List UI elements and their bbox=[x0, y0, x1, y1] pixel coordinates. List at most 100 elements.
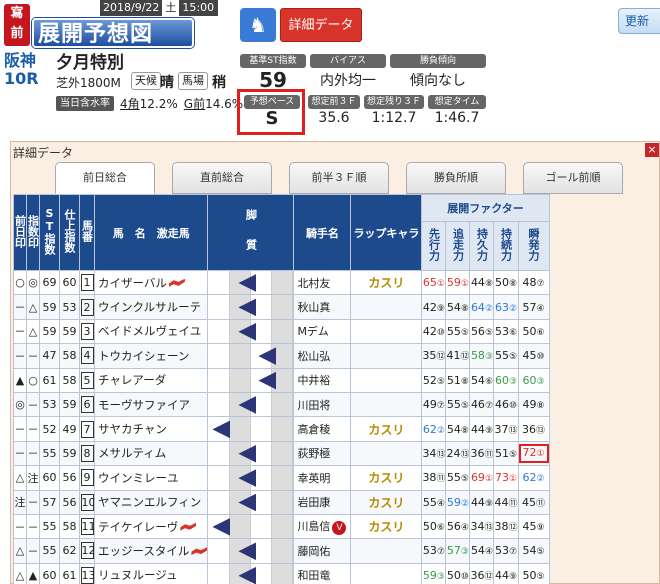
factor-rank: ⑧ bbox=[460, 425, 469, 436]
horse-name[interactable]: ベイドメルヴェイユ bbox=[98, 324, 201, 338]
horse-name[interactable]: トウカイシェーン bbox=[98, 349, 189, 363]
table-row[interactable]: －－ 55 59 8 メサルティム 荻野極 34⑬ 24⑬ 36⑪ 51⑤ 72① bbox=[13, 440, 550, 467]
cell-jockey: 北村友 bbox=[293, 269, 352, 296]
cell-jockey: 幸英明 bbox=[293, 465, 352, 491]
cell-st-index: 57 bbox=[39, 489, 60, 515]
table-row[interactable]: △ － 55 62 12 エッジースタイル 藤岡佑 53⑦ 57③ 54④ 53⑦ 54⑤ bbox=[13, 538, 550, 564]
cell-prev-mark: ◎ bbox=[13, 391, 27, 418]
factor-value: 55⑤ bbox=[494, 349, 518, 363]
table-row[interactable]: －－ 47 58 4 トウカイシェーン 松山弘 35⑫ 41⑫ 58③ 55⑤ 45⑩ bbox=[13, 343, 550, 369]
tab-decisive-point[interactable]: 勝負所順 bbox=[406, 162, 506, 194]
horse-name[interactable]: サヤカチャン bbox=[98, 422, 167, 436]
table-row[interactable]: ◎ － 53 59 6 モーヴサファイア 川田将 49⑦ 55⑤ 46⑦ 46⑩ 49⑧ bbox=[13, 391, 550, 418]
horse-icon-button[interactable]: ♞ bbox=[240, 8, 276, 42]
cell-horse-name[interactable]: エッジースタイル bbox=[93, 538, 209, 564]
factor-value: 64② bbox=[470, 300, 494, 314]
cell-horse-name[interactable]: ヤマニンエルフィン bbox=[93, 489, 209, 515]
cell-factor-4: 73① bbox=[493, 465, 519, 491]
factor-rank: ⑧ bbox=[484, 279, 494, 290]
jockey-name[interactable]: 川田将 bbox=[297, 399, 330, 412]
trend-label: 勝負傾向 bbox=[390, 54, 486, 68]
cell-horse-number: 3 bbox=[79, 318, 95, 345]
cell-st-index: 47 bbox=[39, 343, 60, 369]
horse-name[interactable]: チャレアーダ bbox=[98, 373, 166, 387]
cell-horse-name[interactable]: リュヌルージュ bbox=[93, 562, 209, 584]
jockey-name[interactable]: 和田竜 bbox=[297, 569, 330, 582]
cell-factor-2: 55⑤ bbox=[445, 465, 471, 491]
cell-horse-name[interactable]: テイケイレーヴ bbox=[93, 513, 209, 540]
jockey-name[interactable]: 北村友 bbox=[297, 277, 330, 290]
cell-horse-name[interactable]: メサルティム bbox=[93, 440, 209, 467]
jockey-name[interactable]: 幸英明 bbox=[297, 472, 330, 485]
factor-rank: ⑧ bbox=[460, 376, 469, 387]
cell-horse-name[interactable]: トウカイシェーン bbox=[93, 343, 209, 369]
jockey-name[interactable]: 松山弘 bbox=[297, 350, 330, 363]
cell-horse-name[interactable]: ウインクルサルーテ bbox=[93, 294, 209, 320]
factor-rank: ⑩ bbox=[536, 352, 545, 363]
cell-jockey: 高倉稜 bbox=[293, 416, 352, 442]
cell-lap-character: カスリ bbox=[350, 416, 423, 442]
horse-number-box: 2 bbox=[80, 298, 94, 316]
jockey-name[interactable]: 中井裕 bbox=[297, 374, 330, 387]
factor-value: 54⑧ bbox=[446, 422, 469, 436]
horse-name[interactable]: ウインミレーユ bbox=[98, 471, 179, 485]
factor-rank: ② bbox=[508, 303, 518, 314]
table-row[interactable]: ○ ◎ 69 60 1 カイザーバル 北村友 カスリ 65① 59① 44⑧ 50⑧ 48⑦ bbox=[13, 269, 550, 296]
cell-lap-character bbox=[350, 391, 423, 418]
table-row[interactable]: 注－ 57 56 10 ヤマニンエルフィン 岩田康 カスリ 55④ 59② 44⑨ 44⑪ 45⑪ bbox=[13, 489, 550, 515]
cell-st-index: 52 bbox=[39, 416, 60, 442]
cell-horse-name[interactable]: カイザーバル bbox=[93, 269, 209, 296]
tab-bar: 前日総合 直前総合 前半３Ｆ順 勝負所順 ゴール前順 bbox=[55, 162, 660, 194]
jockey-name[interactable]: 秋山真 bbox=[297, 301, 330, 314]
cell-finish-index: 53 bbox=[59, 294, 80, 320]
race-dow: 土 bbox=[162, 0, 180, 16]
table-row[interactable]: － △ 59 59 3 ベイドメルヴェイユ Mデム 42⑩ 55⑤ 56⑤ 53⑥ 50⑥ bbox=[13, 318, 550, 345]
close-button[interactable]: × bbox=[645, 143, 659, 157]
detail-data-button[interactable]: 詳細データ bbox=[280, 8, 362, 42]
header-lap-character: ラップキャラ bbox=[350, 194, 423, 271]
cell-finish-index: 58 bbox=[59, 343, 80, 369]
jockey-name[interactable]: 岩田康 bbox=[297, 496, 330, 509]
tab-prev-day[interactable]: 前日総合 bbox=[55, 162, 155, 194]
horse-name[interactable]: エッジースタイル bbox=[98, 544, 189, 558]
table-row[interactable]: － △ 59 53 2 ウインクルサルーテ 秋山真 42⑨ 54⑧ 64② 63② 57④ bbox=[13, 294, 550, 320]
cell-horse-name[interactable]: モーヴサファイア bbox=[93, 391, 209, 418]
cell-st-index: 59 bbox=[39, 318, 60, 345]
cell-prev-mark: － bbox=[13, 318, 27, 345]
update-button[interactable]: 更新 bbox=[618, 8, 660, 34]
table-row[interactable]: ▲ ○ 61 58 5 チャレアーダ 中井裕 52⑤ 51⑧ 54⑥ 60③ 60③ bbox=[13, 367, 550, 393]
cell-horse-number: 10 bbox=[79, 489, 95, 515]
tab-goal[interactable]: ゴール前順 bbox=[523, 162, 623, 194]
factor-value: 57③ bbox=[446, 544, 469, 558]
cell-index-mark: － bbox=[26, 440, 40, 467]
horse-name[interactable]: モーヴサファイア bbox=[98, 398, 190, 412]
cell-horse-name[interactable]: チャレアーダ bbox=[93, 367, 209, 393]
tab-first-3f[interactable]: 前半３Ｆ順 bbox=[289, 162, 389, 194]
cell-index-mark: － bbox=[26, 489, 40, 515]
table-row[interactable]: －－ 52 49 7 サヤカチャン 高倉稜 カスリ 62② 54⑧ 44⑨ 37⑬ 36⑬ bbox=[13, 416, 550, 442]
table-row[interactable]: △ 注 60 56 9 ウインミレーユ 幸英明 カスリ 38⑪ 55⑤ 69① 73① 62② bbox=[13, 465, 550, 491]
horse-name[interactable]: テイケイレーヴ bbox=[98, 520, 178, 534]
jockey-name[interactable]: 荻野極 bbox=[297, 447, 330, 460]
jockey-name[interactable]: 高倉稜 bbox=[297, 423, 330, 436]
horse-number-box: 1 bbox=[80, 274, 94, 292]
header-st-index: ST指数 bbox=[39, 194, 60, 271]
factor-rank: ⑬ bbox=[484, 523, 494, 534]
jockey-name[interactable]: Mデム bbox=[297, 325, 328, 338]
horse-number-box: 3 bbox=[80, 322, 94, 340]
horse-name[interactable]: リュヌルージュ bbox=[98, 568, 177, 582]
cell-horse-name[interactable]: ウインミレーユ bbox=[93, 465, 209, 491]
tab-just-before[interactable]: 直前総合 bbox=[172, 162, 272, 194]
horse-name[interactable]: ウインクルサルーテ bbox=[98, 300, 201, 314]
cell-horse-number: 12 bbox=[79, 538, 95, 564]
jockey-name[interactable]: 川島信 bbox=[297, 520, 330, 533]
horse-name[interactable]: カイザーバル bbox=[98, 276, 167, 290]
horse-name[interactable]: メサルティム bbox=[98, 446, 166, 460]
horse-name[interactable]: ヤマニンエルフィン bbox=[98, 495, 201, 509]
table-row[interactable]: △ ▲ 60 61 13 リュヌルージュ 和田竜 59③ 50⑩ 36⑫ 44⑨ 50⑤ bbox=[13, 562, 550, 584]
cell-horse-name[interactable]: サヤカチャン bbox=[93, 416, 209, 442]
cell-leg-style bbox=[207, 269, 295, 296]
cell-horse-name[interactable]: ベイドメルヴェイユ bbox=[93, 318, 209, 345]
table-row[interactable]: －－ 55 58 11 テイケイレーヴ 川島信 V カスリ 50⑥ 56④ 34⑬ 38⑫ 45⑨ bbox=[13, 513, 550, 540]
jockey-name[interactable]: 藤岡佑 bbox=[297, 545, 330, 558]
